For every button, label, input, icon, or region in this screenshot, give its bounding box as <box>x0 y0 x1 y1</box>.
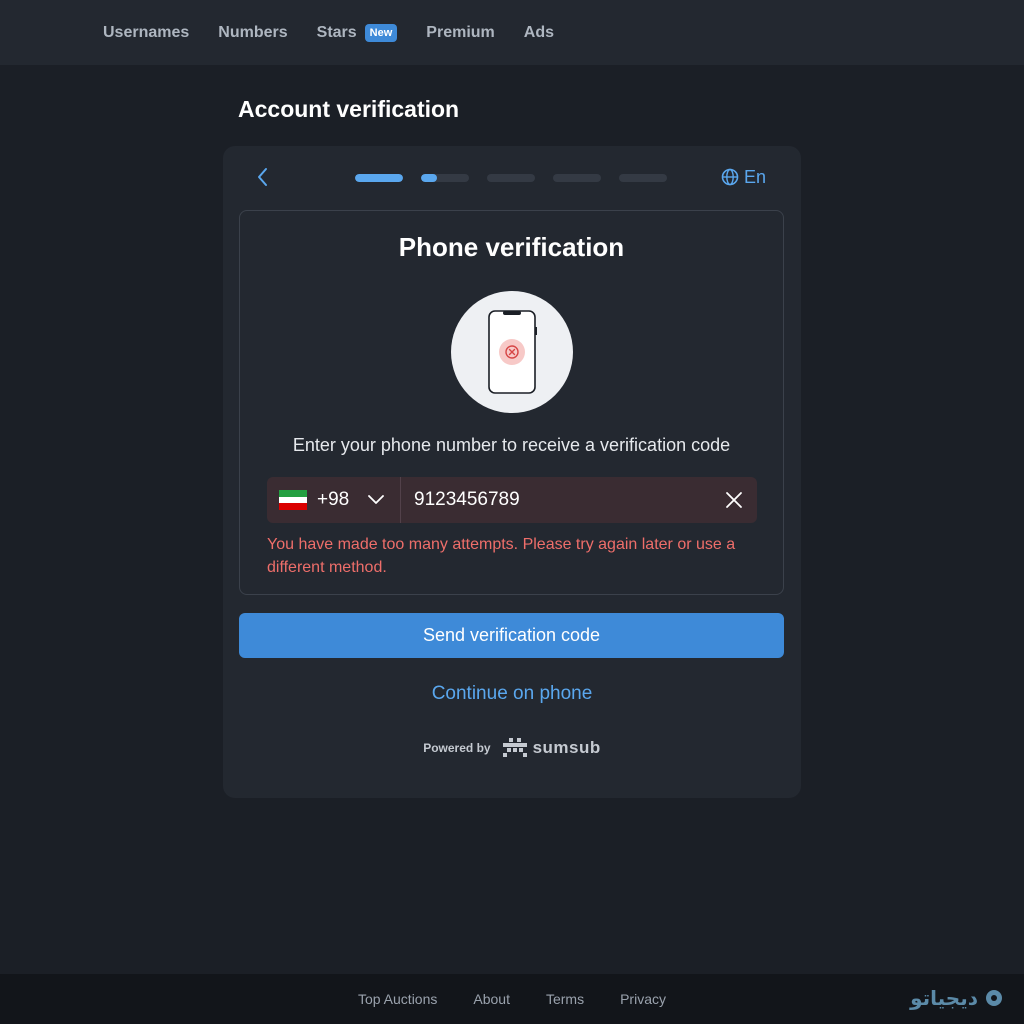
progress-step <box>355 174 403 182</box>
phone-number-field: +98 <box>267 477 757 523</box>
phone-error-icon <box>488 310 537 394</box>
watermark-logo: دیجیاتو <box>910 983 1004 1013</box>
continue-on-phone-link[interactable]: Continue on phone <box>223 683 801 705</box>
sumsub-brand: sumsub <box>532 738 601 757</box>
panel-title: Phone verification <box>398 232 625 262</box>
error-message: You have made too many attempts. Please … <box>267 536 736 576</box>
nav-item-numbers[interactable]: Numbers <box>218 24 287 42</box>
language-selector[interactable]: En <box>721 166 766 188</box>
send-verification-code-button[interactable]: Send verification code <box>239 613 784 658</box>
phone-illustration <box>451 291 573 413</box>
nav-item-label: Stars <box>316 23 357 41</box>
top-navigation-bar: Usernames Numbers Stars New Premium Ads <box>0 0 1024 65</box>
country-code: +98 <box>317 489 350 510</box>
footer-link-top-auctions[interactable]: Top Auctions <box>358 991 437 1007</box>
chevron-down-icon <box>368 495 385 504</box>
powered-by-label: Powered by <box>423 741 491 755</box>
watermark-icon <box>986 990 1002 1006</box>
flag-stripe-green <box>279 490 307 497</box>
footer-links: Top Auctions About Terms Privacy <box>0 974 1024 1024</box>
clear-input-button[interactable] <box>723 489 745 511</box>
progress-step <box>487 174 535 182</box>
flag-stripe-red <box>279 503 307 511</box>
progress-step <box>553 174 601 182</box>
nav-item-label: Usernames <box>103 23 190 41</box>
footer-link-terms[interactable]: Terms <box>546 991 584 1007</box>
progress-steps <box>355 174 669 182</box>
top-nav: Usernames Numbers Stars New Premium Ads <box>103 0 583 65</box>
country-code-select[interactable]: +98 <box>267 477 401 523</box>
iran-flag-icon <box>279 490 307 511</box>
nav-item-premium[interactable]: Premium <box>426 24 494 42</box>
back-button[interactable] <box>251 165 275 189</box>
powered-by: Powered by sumsub <box>223 736 801 760</box>
new-badge: New <box>364 23 398 42</box>
nav-item-ads[interactable]: Ads <box>524 24 554 42</box>
footer-link-privacy[interactable]: Privacy <box>620 991 666 1007</box>
instruction-text: Enter your phone number to receive a ver… <box>292 435 731 455</box>
progress-step <box>619 174 667 182</box>
page-title: Account verification <box>238 96 460 122</box>
sumsub-logo-icon <box>502 738 527 757</box>
footer-link-about[interactable]: About <box>473 991 510 1007</box>
nav-item-stars[interactable]: Stars New <box>316 23 398 42</box>
chevron-left-icon <box>258 168 267 186</box>
nav-item-label: Premium <box>426 23 495 41</box>
footer: Top Auctions About Terms Privacy دیجیاتو <box>0 974 1024 1024</box>
progress-step <box>421 174 469 182</box>
nav-item-label: Ads <box>523 23 554 41</box>
flag-stripe-white <box>279 496 307 504</box>
close-icon <box>726 492 742 508</box>
verification-card: En Phone verification Enter your phone n… <box>223 146 801 798</box>
language-label: En <box>743 166 766 187</box>
watermark-text: دیجیاتو <box>910 986 978 1010</box>
nav-item-label: Numbers <box>218 23 288 41</box>
globe-icon <box>721 168 739 186</box>
phone-number-input[interactable] <box>414 477 704 523</box>
phone-verification-panel: Phone verification Enter your phone numb… <box>239 210 784 595</box>
nav-item-usernames[interactable]: Usernames <box>103 24 189 42</box>
